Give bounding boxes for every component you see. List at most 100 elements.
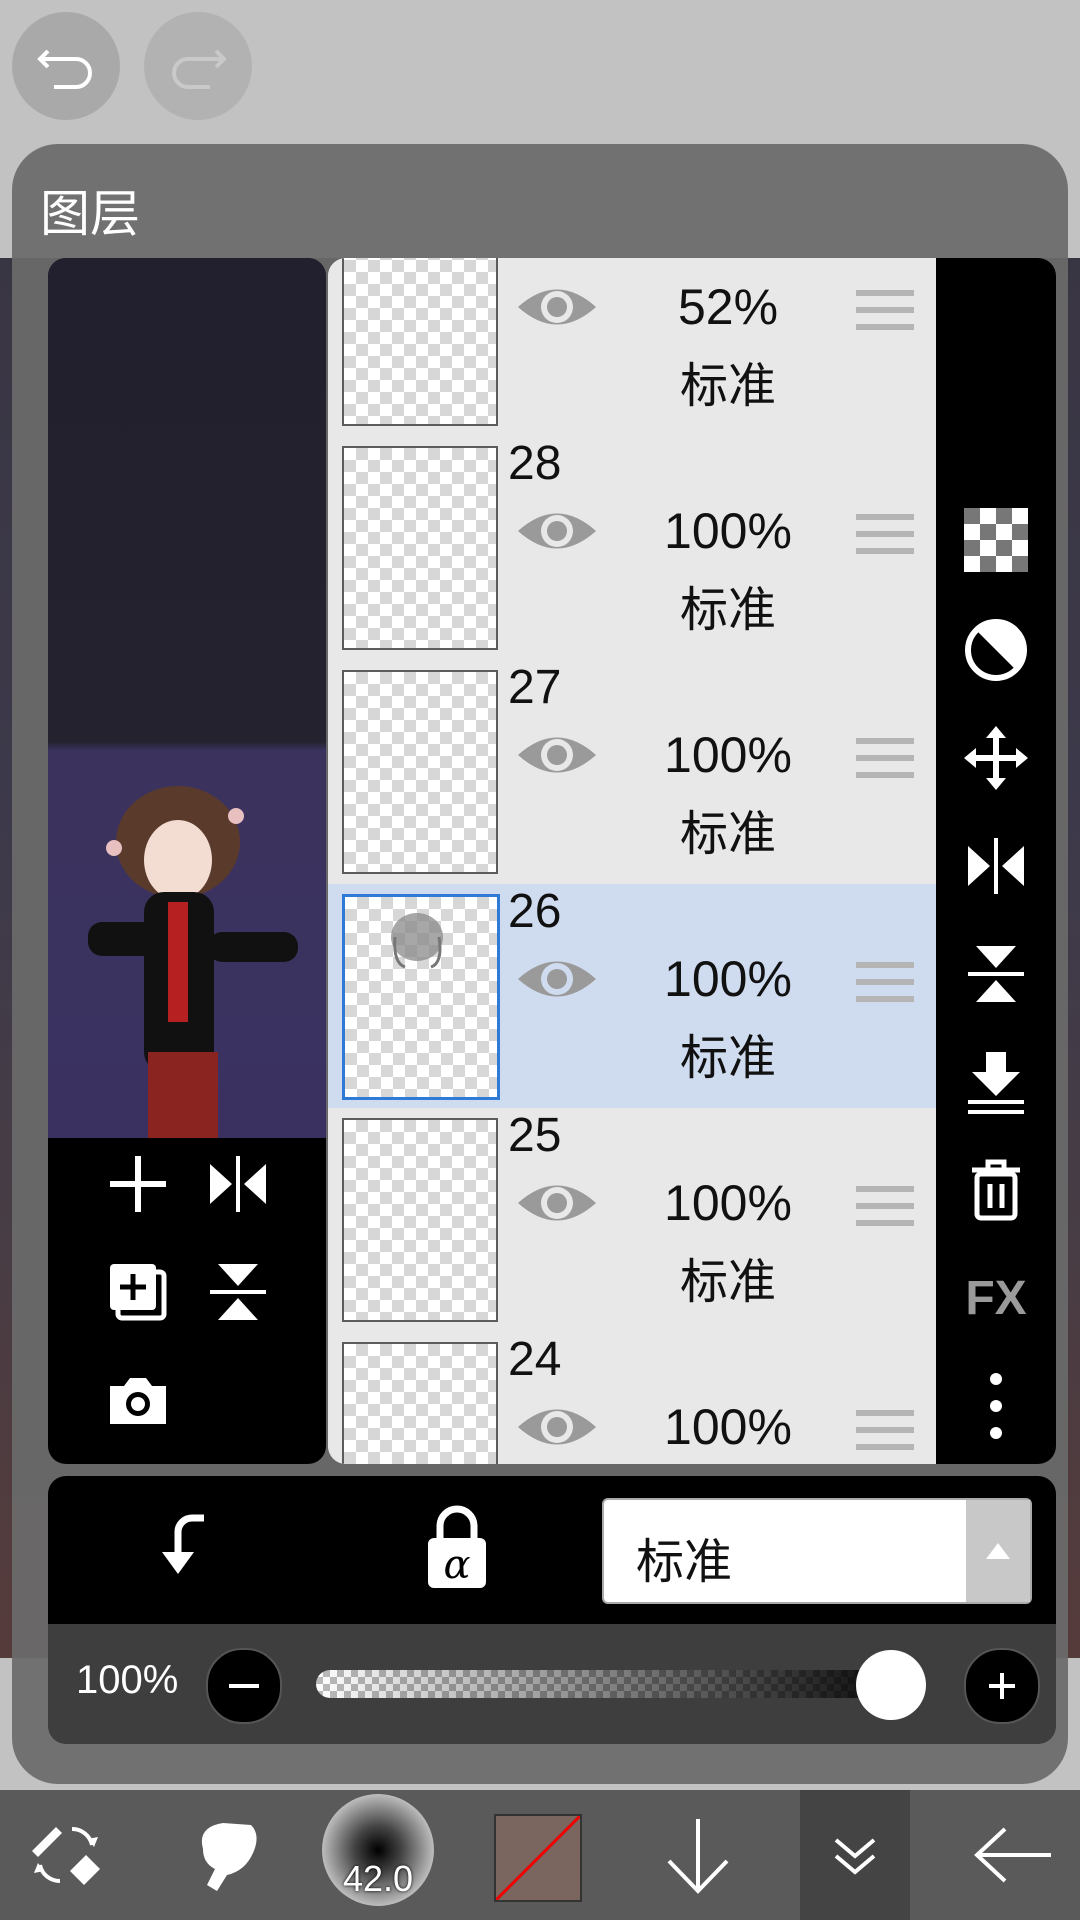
camera-icon (110, 1378, 166, 1424)
move-icon (964, 726, 1028, 790)
duplicate-icon (110, 1264, 167, 1321)
layer-options-bar: α 标准 (48, 1476, 1056, 1624)
alpha-lock-button[interactable]: α (422, 1502, 502, 1598)
plus-icon (989, 1673, 1015, 1699)
more-options-button[interactable] (958, 1368, 1034, 1444)
preview-image (48, 258, 326, 1138)
layer-list[interactable]: 29 52% 标准 28 100% 标准 (328, 258, 936, 1464)
layer-preview (48, 258, 326, 1464)
preview-tools (48, 1138, 326, 1464)
tool-switch-button[interactable] (24, 1800, 108, 1910)
layer-number: 25 (508, 1109, 562, 1162)
layer-tools-toolbar: FX (936, 258, 1056, 1464)
layer-opacity: 100% (664, 951, 792, 1007)
layer-down-button[interactable] (658, 1800, 738, 1910)
redo-button[interactable] (144, 12, 252, 120)
layer-number: 26 (508, 885, 562, 938)
layer-blend-mode: 标准 (679, 360, 776, 413)
brush-size-label: 42.0 (342, 1858, 414, 1899)
brush-size-button[interactable]: 42.0 (322, 1794, 434, 1906)
flip-layer-vertical-button[interactable] (198, 1252, 278, 1332)
bottom-toolbar: 42.0 (0, 1790, 1080, 1920)
opacity-slider-thumb[interactable] (856, 1650, 926, 1720)
layer-row[interactable]: 29 52% 标准 (328, 258, 936, 438)
flip-horizontal-button[interactable] (958, 828, 1034, 904)
undo-button[interactable] (12, 12, 120, 120)
fx-icon: FX (965, 1271, 1027, 1325)
flip-vertical-button[interactable] (958, 936, 1034, 1012)
layer-row[interactable]: 25 100% 标准 (328, 1108, 936, 1334)
trash-icon (972, 1159, 1020, 1221)
flip-horizontal-icon (210, 1156, 266, 1212)
back-button[interactable] (968, 1800, 1058, 1910)
flip-vertical-icon (210, 1264, 266, 1320)
layer-number: 28 (508, 437, 562, 490)
chevron-up-icon (966, 1500, 1030, 1602)
opacity-value: 100% (76, 1658, 179, 1702)
clipping-icon (162, 1514, 204, 1574)
transparency-icon (964, 508, 1028, 572)
undo-icon (37, 49, 92, 89)
transparency-button[interactable] (958, 502, 1034, 578)
arrow-left-icon (974, 1827, 1051, 1883)
arrow-down-icon (667, 1819, 729, 1894)
panel-title: 图层 (40, 186, 140, 242)
layer-thumbnail (342, 670, 498, 874)
layer-row[interactable]: 24 100% 标准 (328, 1332, 936, 1464)
layer-thumbnail (342, 446, 498, 650)
layer-row-selected[interactable]: 26 100% 标准 (328, 884, 936, 1110)
camera-button[interactable] (98, 1360, 178, 1440)
drag-handle-icon[interactable] (856, 962, 914, 1008)
eye-icon[interactable] (514, 1174, 600, 1232)
drag-handle-icon[interactable] (856, 290, 914, 336)
color-swatch-button[interactable] (494, 1814, 582, 1902)
drag-handle-icon[interactable] (856, 738, 914, 784)
redo-icon (172, 49, 227, 89)
invert-button[interactable] (958, 612, 1034, 688)
eye-icon[interactable] (514, 502, 600, 560)
pen-eraser-icon (32, 1826, 100, 1885)
svg-text:α: α (443, 1542, 470, 1588)
move-layer-button[interactable] (958, 720, 1034, 796)
panel-body: 29 52% 标准 28 100% 标准 (36, 258, 1056, 1778)
drag-handle-icon[interactable] (856, 1186, 914, 1232)
flip-layer-horizontal-button[interactable] (198, 1144, 278, 1224)
invert-icon (965, 619, 1027, 681)
alpha-lock-icon: α (428, 1505, 486, 1588)
layer-row[interactable]: 27 100% 标准 (328, 660, 936, 886)
duplicate-layer-button[interactable] (98, 1252, 178, 1332)
hair-sketch-thumbnail (391, 913, 443, 969)
blend-mode-select[interactable]: 标准 (602, 1498, 1032, 1604)
fx-button[interactable]: FX (958, 1260, 1034, 1336)
layer-blend-mode: 标准 (679, 1032, 776, 1085)
layer-number: 24 (508, 1333, 562, 1386)
opacity-decrease-button[interactable] (206, 1648, 282, 1724)
finger-smudge-button[interactable] (186, 1800, 270, 1910)
layer-blend-mode: 标准 (679, 808, 776, 861)
layer-opacity: 100% (664, 1399, 792, 1455)
color-slash-icon (496, 1816, 580, 1900)
layers-button[interactable] (810, 1800, 900, 1910)
layer-thumbnail (342, 1342, 498, 1464)
layer-thumbnail (342, 1118, 498, 1322)
merge-down-button[interactable] (958, 1044, 1034, 1120)
clipping-button[interactable] (148, 1510, 228, 1590)
layer-panel: 图层 52% 标准 28 100% 标准 27 100% 标准 26 100% … (12, 144, 1068, 1784)
layer-thumbnail (342, 894, 500, 1100)
layer-row[interactable]: 28 100% 标准 (328, 436, 936, 662)
eye-icon[interactable] (514, 950, 600, 1008)
eye-icon[interactable] (514, 278, 600, 336)
blend-mode-value: 标准 (636, 1536, 733, 1589)
flip-vertical-icon (968, 946, 1024, 1002)
drag-handle-icon[interactable] (856, 1410, 914, 1456)
layer-blend-mode: 标准 (679, 1256, 776, 1309)
layer-number: 29 (508, 258, 561, 267)
drag-handle-icon[interactable] (856, 514, 914, 560)
delete-layer-button[interactable] (958, 1152, 1034, 1228)
opacity-increase-button[interactable] (964, 1648, 1040, 1724)
add-layer-button[interactable] (98, 1144, 178, 1224)
eye-icon[interactable] (514, 1398, 600, 1456)
layer-opacity: 100% (664, 727, 792, 783)
eye-icon[interactable] (514, 726, 600, 784)
opacity-slider[interactable] (316, 1670, 916, 1698)
